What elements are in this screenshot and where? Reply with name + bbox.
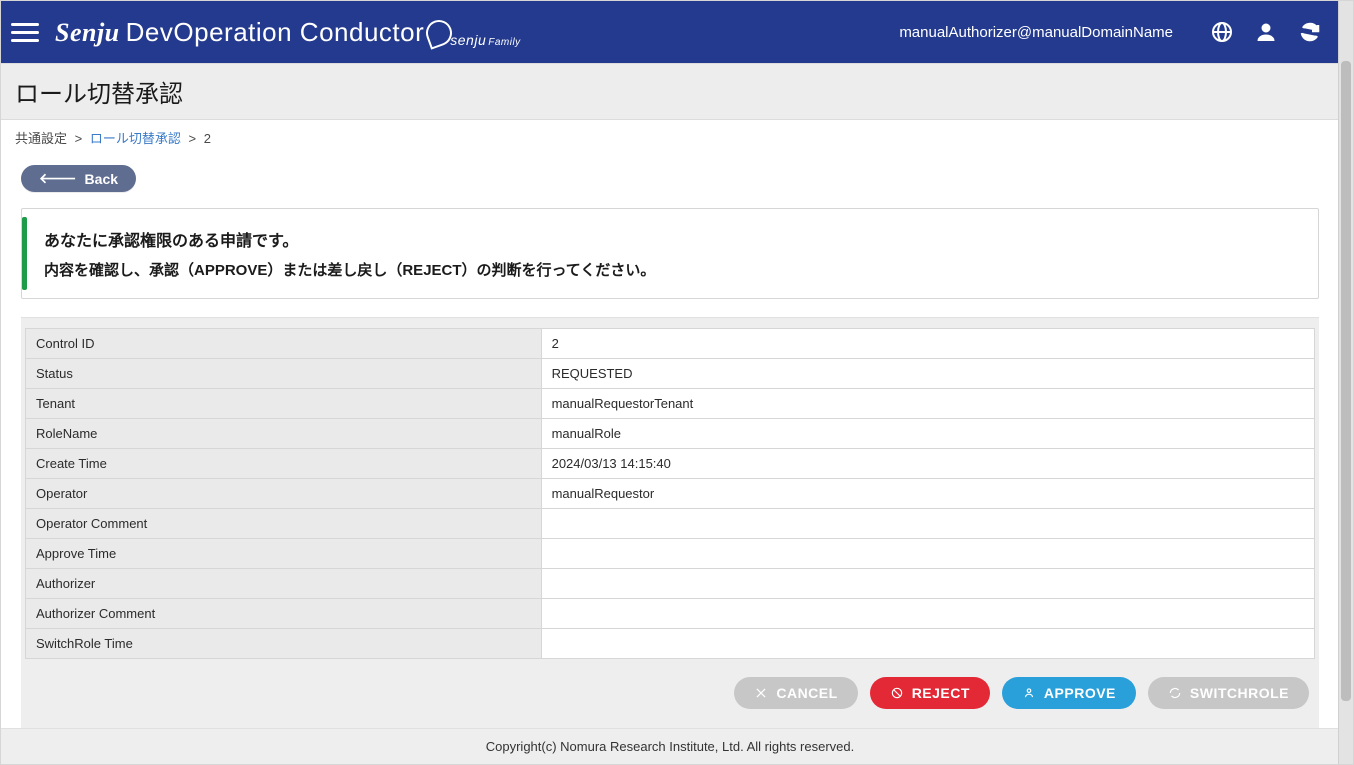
- table-row: OperatormanualRequestor: [26, 479, 1315, 509]
- close-icon: [754, 686, 768, 700]
- field-label: Status: [26, 359, 542, 389]
- field-value: [541, 629, 1314, 659]
- approve-button-label: APPROVE: [1044, 685, 1116, 701]
- reject-button[interactable]: REJECT: [870, 677, 990, 709]
- page-title: ロール切替承認: [1, 63, 1339, 120]
- reject-button-label: REJECT: [912, 685, 970, 701]
- table-row: Operator Comment: [26, 509, 1315, 539]
- person-icon: [1022, 686, 1036, 700]
- scrollbar-thumb[interactable]: [1341, 61, 1351, 701]
- field-label: Operator: [26, 479, 542, 509]
- field-label: Authorizer Comment: [26, 599, 542, 629]
- footer-copyright: Copyright(c) Nomura Research Institute, …: [1, 728, 1339, 764]
- current-user-label: manualAuthorizer@manualDomainName: [899, 24, 1173, 41]
- approval-notice: あなたに承認権限のある申請です。 内容を確認し、承認（APPROVE）または差し…: [21, 208, 1319, 299]
- table-row: Authorizer Comment: [26, 599, 1315, 629]
- field-value: manualRequestor: [541, 479, 1314, 509]
- field-label: RoleName: [26, 419, 542, 449]
- table-row: TenantmanualRequestorTenant: [26, 389, 1315, 419]
- menu-icon[interactable]: [11, 18, 39, 46]
- prohibit-icon: [890, 686, 904, 700]
- breadcrumb-root: 共通設定: [15, 131, 67, 146]
- cancel-button[interactable]: CANCEL: [734, 677, 857, 709]
- back-button-label: Back: [85, 171, 118, 187]
- field-value: 2: [541, 329, 1314, 359]
- table-row: RoleNamemanualRole: [26, 419, 1315, 449]
- table-row: SwitchRole Time: [26, 629, 1315, 659]
- field-label: Approve Time: [26, 539, 542, 569]
- cancel-button-label: CANCEL: [776, 685, 837, 701]
- switchrole-button-label: SWITCHROLE: [1190, 685, 1289, 701]
- app-header: Senju DevOperation Conductor senjuFamily…: [1, 1, 1339, 63]
- breadcrumb: 共通設定 > ロール切替承認 > 2: [1, 120, 1339, 155]
- field-value: [541, 509, 1314, 539]
- cycle-icon: [1168, 686, 1182, 700]
- field-label: Operator Comment: [26, 509, 542, 539]
- globe-icon[interactable]: [1209, 19, 1235, 45]
- notice-title: あなたに承認権限のある申請です。: [44, 227, 1296, 251]
- brand-sub: senjuFamily: [430, 32, 520, 48]
- field-value: [541, 539, 1314, 569]
- notice-body: 内容を確認し、承認（APPROVE）または差し戻し（REJECT）の判断を行って…: [44, 259, 1296, 280]
- field-label: Authorizer: [26, 569, 542, 599]
- user-icon[interactable]: [1253, 19, 1279, 45]
- vertical-scrollbar[interactable]: [1338, 1, 1353, 764]
- table-row: Create Time2024/03/13 14:15:40: [26, 449, 1315, 479]
- field-value: manualRole: [541, 419, 1314, 449]
- detail-panel: Control ID2 StatusREQUESTED Tenantmanual…: [21, 317, 1319, 753]
- back-button[interactable]: 🡐 Back: [21, 165, 136, 192]
- arrow-left-icon: 🡐: [39, 170, 77, 187]
- refresh-icon[interactable]: [1297, 19, 1323, 45]
- field-value: REQUESTED: [541, 359, 1314, 389]
- field-label: SwitchRole Time: [26, 629, 542, 659]
- brand-logo: Senju DevOperation Conductor senjuFamily: [55, 17, 521, 48]
- brand-tail: DevOperation Conductor: [126, 17, 425, 48]
- breadcrumb-link-role-approval[interactable]: ロール切替承認: [90, 131, 181, 146]
- breadcrumb-leaf: 2: [204, 131, 211, 146]
- action-bar: CANCEL REJECT APPROVE: [25, 659, 1315, 733]
- field-label: Create Time: [26, 449, 542, 479]
- approve-button[interactable]: APPROVE: [1002, 677, 1136, 709]
- field-value: [541, 599, 1314, 629]
- field-value: manualRequestorTenant: [541, 389, 1314, 419]
- table-row: Control ID2: [26, 329, 1315, 359]
- switchrole-button[interactable]: SWITCHROLE: [1148, 677, 1309, 709]
- field-value: [541, 569, 1314, 599]
- table-row: Approve Time: [26, 539, 1315, 569]
- table-row: StatusREQUESTED: [26, 359, 1315, 389]
- brand-main: Senju: [55, 18, 120, 48]
- table-row: Authorizer: [26, 569, 1315, 599]
- field-label: Control ID: [26, 329, 542, 359]
- field-value: 2024/03/13 14:15:40: [541, 449, 1314, 479]
- detail-table: Control ID2 StatusREQUESTED Tenantmanual…: [25, 328, 1315, 659]
- field-label: Tenant: [26, 389, 542, 419]
